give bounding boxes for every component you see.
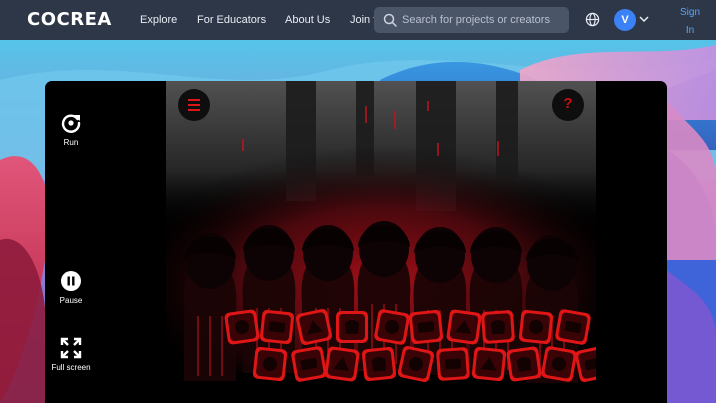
- nav-educators-link[interactable]: For Educators: [197, 14, 266, 26]
- sign-in-link[interactable]: Sign In: [676, 4, 704, 40]
- nav-explore-link[interactable]: Explore: [140, 14, 177, 26]
- user-avatar[interactable]: V: [614, 9, 636, 31]
- game-hint-button[interactable]: ?: [552, 89, 584, 121]
- game-canvas[interactable]: ?: [166, 81, 596, 403]
- sound-11-button[interactable]: [252, 346, 288, 382]
- sound-17-button[interactable]: [471, 346, 507, 382]
- sound-19-button[interactable]: [540, 345, 577, 382]
- sound-14-button[interactable]: [361, 346, 397, 382]
- sound-button-grid: [224, 308, 596, 383]
- search-input[interactable]: [402, 11, 562, 29]
- pause-button[interactable]: Pause: [45, 270, 97, 305]
- sound-3-button[interactable]: [295, 308, 333, 346]
- sound-10-button[interactable]: [554, 308, 591, 345]
- restart-icon: [61, 114, 81, 133]
- top-navigation-bar: COCREA Explore For Educators About Us Jo…: [0, 0, 716, 40]
- fullscreen-label: Full screen: [51, 363, 91, 372]
- sound-4-button[interactable]: [336, 311, 368, 343]
- language-globe-icon[interactable]: [585, 12, 600, 27]
- sound-16-button[interactable]: [436, 347, 470, 381]
- game-menu-button[interactable]: [178, 89, 210, 121]
- nav-about-link[interactable]: About Us: [285, 14, 330, 26]
- sound-15-button[interactable]: [397, 345, 435, 383]
- run-button[interactable]: Run: [45, 112, 97, 147]
- run-label: Run: [63, 138, 79, 147]
- sound-9-button[interactable]: [518, 309, 554, 345]
- search-box[interactable]: [374, 7, 569, 33]
- chevron-down-icon[interactable]: [639, 15, 649, 23]
- sound-8-button[interactable]: [481, 310, 515, 344]
- project-player: Run Pause Full screen ?: [45, 81, 667, 403]
- sound-20-button[interactable]: [574, 345, 596, 383]
- pause-icon: [61, 271, 81, 291]
- sound-12-button[interactable]: [290, 345, 327, 382]
- sound-7-button[interactable]: [446, 309, 482, 345]
- fullscreen-button[interactable]: Full screen: [45, 337, 97, 372]
- sound-1-button[interactable]: [224, 309, 260, 345]
- sound-2-button[interactable]: [259, 309, 295, 345]
- sound-13-button[interactable]: [324, 346, 360, 382]
- sound-18-button[interactable]: [506, 346, 542, 382]
- hamburger-menu-icon: [188, 99, 200, 111]
- cocrea-logo[interactable]: COCREA: [27, 9, 112, 30]
- sound-6-button[interactable]: [408, 309, 444, 345]
- fullscreen-icon: [60, 337, 82, 359]
- search-icon: [383, 13, 397, 27]
- sound-5-button[interactable]: [373, 308, 410, 345]
- pause-label: Pause: [59, 296, 83, 305]
